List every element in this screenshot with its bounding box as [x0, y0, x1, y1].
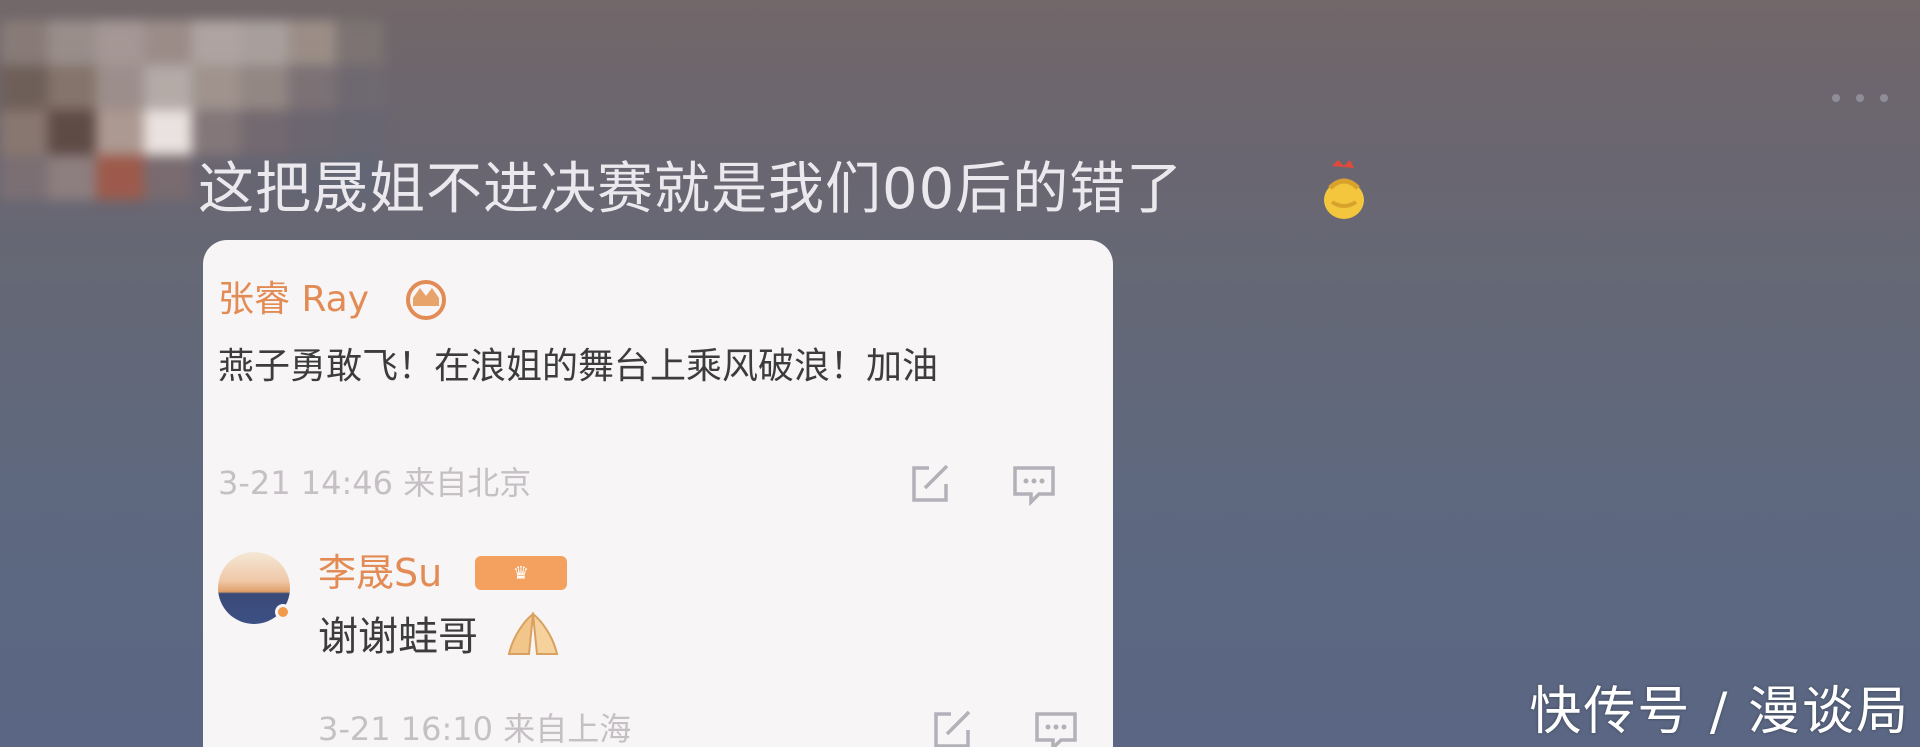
avatar-badge-icon: [275, 604, 291, 620]
watermark: 快传号 / 漫谈局: [1529, 682, 1910, 742]
comment-icon[interactable]: [1011, 464, 1057, 506]
more-icon: [1832, 94, 1840, 102]
reply-timestamp-location: 3-21 16:10 来自上海: [318, 710, 632, 747]
crown-icon: [406, 280, 446, 320]
post-text: 燕子勇敢飞！在浪姐的舞台上乘风破浪！加油: [218, 346, 939, 387]
reply-share-icon[interactable]: [931, 710, 975, 747]
clapping-emoji-icon: [1324, 160, 1364, 219]
quoted-post-card[interactable]: 张睿 Ray 燕子勇敢飞！在浪姐的舞台上乘风破浪！加油 3-21 14:46 来…: [203, 240, 1113, 747]
comment-text: 这把晟姐不进决赛就是我们00后的错了: [198, 157, 1184, 222]
praying-hands-icon: [507, 611, 559, 655]
reply-text: 谢谢蛙哥: [318, 614, 478, 660]
post-author-name[interactable]: 张睿 Ray: [218, 278, 369, 322]
vip-badge-icon: ♛: [475, 556, 567, 590]
share-icon[interactable]: [909, 464, 953, 504]
post-timestamp-location: 3-21 14:46 来自北京: [218, 464, 532, 502]
reply-author-name[interactable]: 李晟Su: [318, 550, 442, 596]
more-options-button[interactable]: [1832, 86, 1888, 110]
reply-comment-icon[interactable]: [1033, 710, 1079, 747]
